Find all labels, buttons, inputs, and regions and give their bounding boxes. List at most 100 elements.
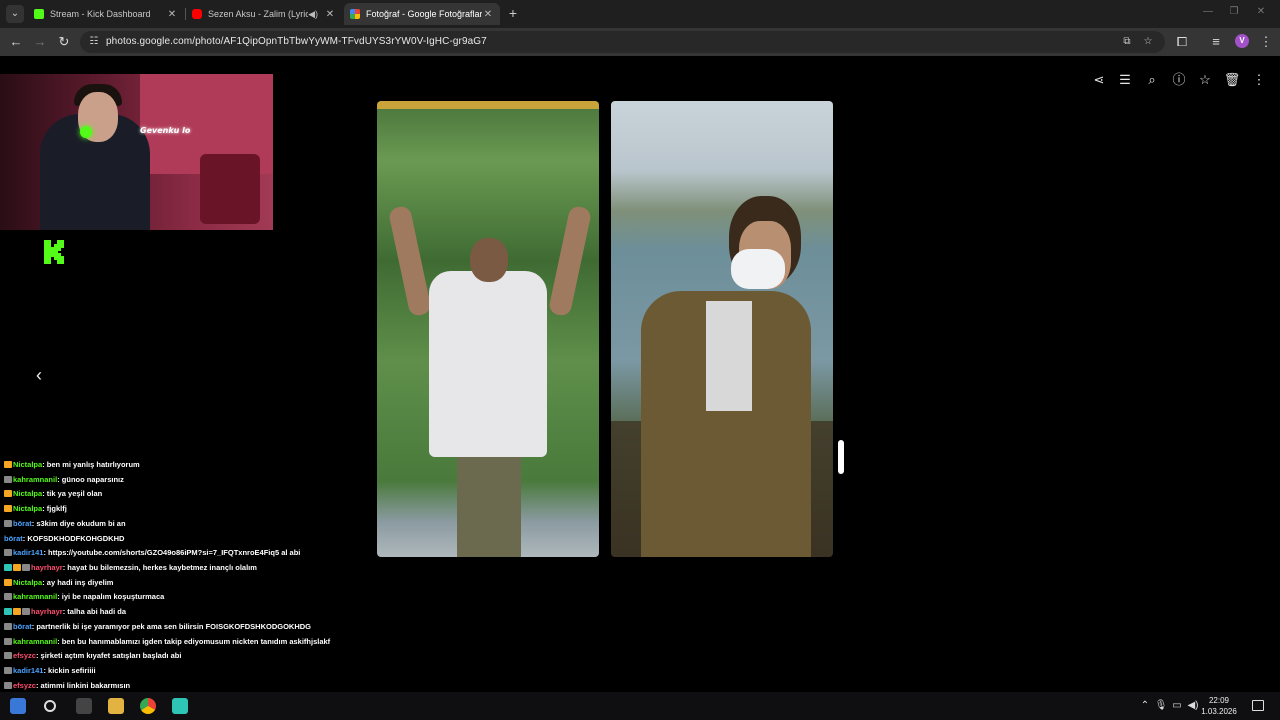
- chat-text: atimmi linkini bakarmısın: [40, 680, 131, 690]
- minimize-icon[interactable]: —: [1201, 6, 1215, 17]
- chat-message: kadir141: kickin sefiriiii: [4, 664, 344, 679]
- chat-message: börat: s3kim diye okudum bi an: [4, 517, 344, 532]
- chat-message: kahramnanil: ben bu hanımablamızı igden …: [4, 634, 344, 649]
- chat-message: Nictalpa: fjgklfj: [4, 502, 344, 517]
- tab-youtube-sezen-aksu[interactable]: Sezen Aksu - Zalim (Lyrics | ◀) ✕: [186, 3, 342, 25]
- photo-figure: [470, 238, 508, 282]
- chat-badge-icon: [13, 608, 21, 616]
- taskbar-clock[interactable]: 22:09 1.03.2026: [1198, 695, 1240, 717]
- chat-username[interactable]: Nictalpa: [13, 578, 42, 587]
- network-icon[interactable]: ▭: [1170, 700, 1184, 712]
- kick-favicon-icon: [34, 9, 44, 19]
- chat-badge-icon: [4, 505, 12, 513]
- media-controls-icon[interactable]: ≡: [1208, 34, 1224, 50]
- photo-left-man-arms-raised[interactable]: [377, 101, 599, 557]
- chat-badge-icon: [4, 563, 12, 571]
- chat-badge-icon: [4, 549, 12, 557]
- extensions-icon[interactable]: ⧠: [1174, 34, 1190, 50]
- profile-avatar[interactable]: V: [1235, 34, 1249, 48]
- tab-strip: ⌄ Stream - Kick Dashboard ✕ Sezen Aksu -…: [0, 0, 1280, 28]
- previous-photo-icon[interactable]: ‹: [30, 364, 48, 386]
- tab-search-button[interactable]: ⌄: [6, 5, 24, 23]
- forward-icon[interactable]: →: [32, 34, 48, 50]
- clock-date: 1.03.2026: [1201, 707, 1237, 716]
- chat-text: ben mi yanlış hatırlıyorum: [46, 460, 140, 469]
- address-bar-row: ← → ↻ ☷ photos.google.com/photo/AF1QipOp…: [0, 28, 1280, 56]
- photo-figure: [547, 204, 593, 318]
- chat-badge-icon: [4, 622, 12, 630]
- share-icon[interactable]: ⋖: [1090, 71, 1108, 89]
- info-icon[interactable]: ⓘ: [1170, 71, 1188, 89]
- chat-text: günoo naparsınız: [61, 474, 124, 484]
- menu-kebab-icon[interactable]: ⋮: [1258, 34, 1274, 50]
- photo-figure: [706, 301, 752, 411]
- reload-icon[interactable]: ↻: [56, 34, 72, 50]
- search-icon[interactable]: [44, 700, 56, 712]
- chat-username[interactable]: Nictalpa: [13, 460, 42, 469]
- chat-username[interactable]: kahramnanil: [13, 637, 57, 646]
- site-info-icon[interactable]: ☷: [88, 36, 100, 48]
- bookmark-star-icon[interactable]: ☆: [1141, 36, 1155, 48]
- chat-text: ay hadi inş diyelim: [46, 577, 114, 587]
- chat-username[interactable]: kadir141: [13, 666, 43, 675]
- tray-chevron-icon[interactable]: ⌃: [1138, 700, 1152, 712]
- chat-username[interactable]: Nictalpa: [13, 489, 42, 498]
- chat-username[interactable]: Nictalpa: [13, 504, 42, 513]
- omnibox[interactable]: ☷ photos.google.com/photo/AF1QipOpnTbTbw…: [80, 31, 1165, 53]
- chat-username[interactable]: börat: [13, 622, 32, 631]
- chat-username[interactable]: kadir141: [13, 548, 43, 557]
- chrome-icon[interactable]: [140, 698, 156, 714]
- scroll-handle[interactable]: [838, 440, 844, 474]
- chat-username[interactable]: börat: [13, 519, 32, 528]
- chat-overlay: Nictalpa: ben mi yanlış hatırlıyorum kahr…: [4, 458, 344, 708]
- chat-badge-icon: [4, 638, 12, 646]
- chat-username[interactable]: kahramnanil: [13, 592, 57, 601]
- chat-username[interactable]: hayrhayr: [31, 563, 63, 572]
- url-text[interactable]: photos.google.com/photo/AF1QipOpnTbTbwYy…: [106, 36, 487, 47]
- app-icon[interactable]: [172, 698, 188, 714]
- cast-icon[interactable]: ⧉: [1120, 36, 1134, 48]
- edit-icon[interactable]: ☰: [1116, 71, 1134, 89]
- notification-icon[interactable]: [1252, 700, 1264, 711]
- back-icon[interactable]: ←: [8, 34, 24, 50]
- close-window-icon[interactable]: ✕: [1254, 6, 1268, 17]
- zoom-icon[interactable]: ⌕: [1143, 71, 1161, 89]
- chat-username[interactable]: kahramnanil: [13, 475, 57, 484]
- file-explorer-icon[interactable]: [108, 698, 124, 714]
- chat-badge-icon: [4, 608, 12, 616]
- chat-username[interactable]: hayrhayr: [31, 607, 63, 616]
- tab-kick-dashboard[interactable]: Stream - Kick Dashboard ✕: [28, 3, 184, 25]
- speaker-icon[interactable]: ◀): [308, 9, 318, 20]
- tab-close-icon[interactable]: ✕: [166, 9, 178, 20]
- star-icon[interactable]: ☆: [1196, 71, 1214, 89]
- chat-text: hayat bu bilemezsin, herkes kaybetmez in…: [67, 562, 257, 572]
- headset-light: [80, 126, 92, 138]
- tab-google-photos[interactable]: Fotoğraf - Google Fotoğraflar ✕: [344, 3, 500, 25]
- photo-right-man-with-mask[interactable]: [611, 101, 833, 557]
- start-icon[interactable]: [10, 698, 26, 714]
- kick-logo-icon: [44, 240, 64, 264]
- youtube-favicon-icon: [192, 9, 202, 19]
- delete-icon[interactable]: 🗑: [1223, 71, 1241, 89]
- chat-text: fjgklfj: [46, 504, 67, 514]
- chat-username[interactable]: efsyzc: [13, 651, 36, 660]
- task-view-icon[interactable]: [76, 698, 92, 714]
- tab-title: Sezen Aksu - Zalim (Lyrics |: [208, 9, 309, 19]
- neon-sign: Gevenku lo: [140, 126, 191, 135]
- chat-username[interactable]: börat: [4, 534, 23, 543]
- chat-message: kadir141: https://youtube.com/shorts/GZO…: [4, 546, 344, 561]
- chat-username[interactable]: efsyzc: [13, 681, 36, 690]
- chat-message: efsyzc: şirketi açtım kıyafet satışları …: [4, 649, 344, 664]
- chat-badge-icon: [4, 667, 12, 675]
- new-tab-button[interactable]: +: [505, 4, 521, 22]
- chat-message: hayrhayr: hayat bu bilemezsin, herkes ka…: [4, 561, 344, 576]
- chat-text: s3kim diye okudum bi an: [36, 518, 126, 528]
- tab-close-icon[interactable]: ✕: [324, 9, 336, 20]
- restore-icon[interactable]: ❐: [1227, 6, 1241, 17]
- more-icon[interactable]: ⋮: [1250, 71, 1268, 89]
- chat-text: ben bu hanımablamızı igden takip ediyomu…: [61, 637, 331, 647]
- tab-close-icon[interactable]: ✕: [482, 9, 494, 20]
- microphone-icon[interactable]: 🎙: [1154, 700, 1168, 712]
- chat-badge-icon: [22, 563, 30, 571]
- chat-badge-icon: [13, 563, 21, 571]
